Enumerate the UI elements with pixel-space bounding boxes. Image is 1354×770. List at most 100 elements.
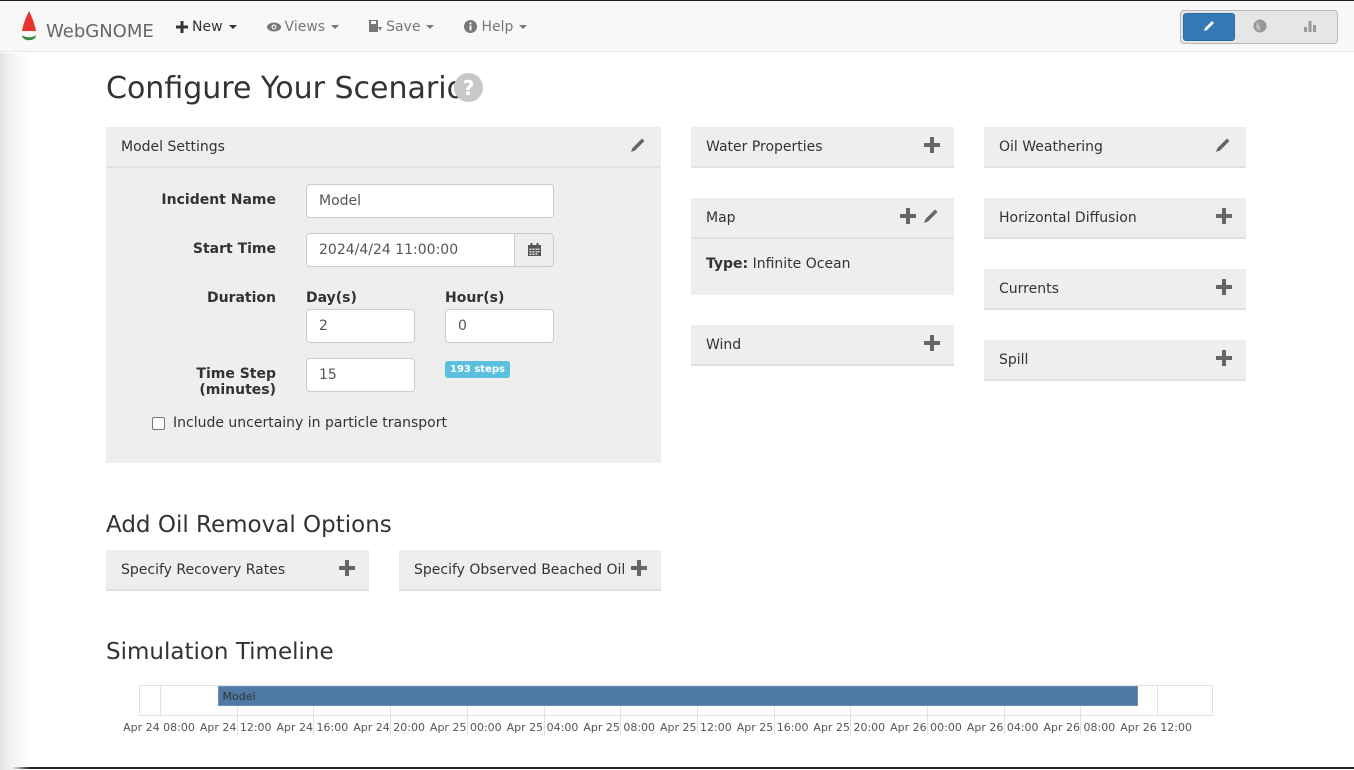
pencil-icon <box>629 136 647 158</box>
beached-oil-panel: Specify Observed Beached Oil <box>399 550 661 591</box>
plus-icon <box>1216 207 1232 228</box>
timeline-tick-label: Apr 26 12:00 <box>1120 721 1192 734</box>
map-body: Type: Infinite Ocean <box>691 239 954 272</box>
bar-chart-icon <box>1303 18 1317 37</box>
add-recovery-rates-button[interactable] <box>339 559 355 580</box>
timeline-tick-label: Apr 24 08:00 <box>123 721 195 734</box>
currents-title: Currents <box>999 280 1059 297</box>
menu-views[interactable]: Views <box>266 18 340 35</box>
edit-map-button[interactable] <box>922 207 940 229</box>
question-circle-icon[interactable]: ? <box>454 73 483 102</box>
wind-header: Wind <box>691 325 954 366</box>
days-label: Day(s) <box>306 290 357 306</box>
uncertainty-option[interactable]: Include uncertainy in particle transport <box>152 415 447 431</box>
map-view-button[interactable] <box>1235 13 1285 41</box>
menu-save[interactable]: Save <box>369 18 435 35</box>
menu-views-label: Views <box>284 18 326 35</box>
pencil-icon <box>922 207 940 229</box>
map-title: Map <box>706 209 736 226</box>
plus-icon <box>900 207 916 228</box>
start-time-input[interactable]: 2024/4/24 11:00:00 <box>306 233 515 267</box>
incident-name-label: Incident Name <box>161 192 276 208</box>
incident-name-input[interactable]: Model <box>306 184 554 218</box>
pencil-icon <box>1202 18 1216 37</box>
timeline-model-bar[interactable]: Model <box>217 686 1138 706</box>
spill-panel: Spill <box>984 340 1246 381</box>
recovery-rates-panel: Specify Recovery Rates <box>106 550 369 591</box>
plus-icon <box>924 136 940 157</box>
map-type-value: Infinite Ocean <box>752 256 851 272</box>
plus-icon <box>176 20 188 33</box>
caret-down-icon <box>426 24 435 29</box>
timeline-tick-label: Apr 25 16:00 <box>736 721 809 734</box>
menu-new[interactable]: New <box>176 19 237 35</box>
timeline-tick-label: Apr 24 20:00 <box>353 721 425 734</box>
menu-help[interactable]: Help <box>464 18 528 35</box>
horizontal-diffusion-header: Horizontal Diffusion <box>984 198 1246 239</box>
oil-weathering-header: Oil Weathering <box>984 127 1246 168</box>
time-step-input[interactable]: 15 <box>306 358 415 392</box>
plus-icon <box>631 559 647 580</box>
add-currents-button[interactable] <box>1216 278 1232 299</box>
fate-view-button[interactable] <box>1285 13 1335 41</box>
recovery-rates-header: Specify Recovery Rates <box>106 550 369 591</box>
wind-panel: Wind <box>691 325 954 366</box>
beached-oil-header: Specify Observed Beached Oil <box>399 550 661 591</box>
pencil-icon <box>1214 136 1232 158</box>
edit-model-settings-button[interactable] <box>629 136 647 158</box>
simulation-timeline[interactable]: Model <box>139 685 1213 735</box>
menu-save-label: Save <box>386 18 421 35</box>
left-page-shadow <box>0 53 30 770</box>
add-beached-oil-button[interactable] <box>631 559 647 580</box>
add-map-button[interactable] <box>900 207 916 228</box>
water-properties-header: Water Properties <box>691 127 954 168</box>
duration-label: Duration <box>206 290 276 306</box>
view-toggle-group <box>1180 10 1338 44</box>
spill-title: Spill <box>999 351 1029 368</box>
add-spill-button[interactable] <box>1216 349 1232 370</box>
water-properties-panel: Water Properties <box>691 127 954 168</box>
add-water-properties-button[interactable] <box>924 136 940 157</box>
plus-icon <box>1216 349 1232 370</box>
timeline-tick-label: Apr 24 12:00 <box>199 721 272 734</box>
water-properties-title: Water Properties <box>706 138 823 155</box>
start-time-label: Start Time <box>192 241 276 257</box>
brand-name: WebGNOME <box>46 20 154 42</box>
time-step-label: Time Step (minutes) <box>196 366 276 398</box>
calendar-button[interactable] <box>514 233 554 267</box>
setup-view-button[interactable] <box>1183 13 1235 41</box>
menu-new-label: New <box>192 18 223 35</box>
plus-icon <box>1216 278 1232 299</box>
timeline-title: Simulation Timeline <box>106 639 334 665</box>
globe-icon <box>1253 18 1267 37</box>
uncertainty-checkbox[interactable] <box>152 416 165 430</box>
duration-hours-input[interactable]: 0 <box>445 309 554 343</box>
edit-oil-weathering-button[interactable] <box>1214 136 1232 158</box>
timeline-tick-label: Apr 25 12:00 <box>660 721 732 734</box>
oil-weathering-panel: Oil Weathering <box>984 127 1246 168</box>
page-title: Configure Your Scenario <box>106 71 465 106</box>
timeline-tick-label: Apr 25 20:00 <box>813 721 886 734</box>
info-circle-icon <box>464 20 478 33</box>
caret-down-icon <box>519 24 528 29</box>
hours-label: Hour(s) <box>445 290 505 306</box>
oil-removal-title: Add Oil Removal Options <box>106 512 392 538</box>
main-menu: New Views Save Help <box>176 1 557 52</box>
save-icon <box>369 20 383 33</box>
gnome-logo-icon <box>20 11 38 45</box>
beached-oil-title: Specify Observed Beached Oil <box>414 561 626 578</box>
brand[interactable]: WebGNOME <box>20 11 154 45</box>
add-horizontal-diffusion-button[interactable] <box>1216 207 1232 228</box>
plus-icon <box>339 559 355 580</box>
currents-panel: Currents <box>984 269 1246 310</box>
recovery-rates-title: Specify Recovery Rates <box>121 561 286 578</box>
steps-badge: 193 steps <box>445 361 510 378</box>
add-wind-button[interactable] <box>924 334 940 355</box>
wind-title: Wind <box>706 336 742 353</box>
top-navbar: WebGNOME New Views Save Help <box>0 1 1354 52</box>
duration-days-input[interactable]: 2 <box>306 309 415 343</box>
menu-help-label: Help <box>481 18 514 35</box>
uncertainty-label: Include uncertainy in particle transport <box>173 415 447 431</box>
eye-icon <box>266 22 281 32</box>
map-panel: Map Type: Infinite Ocean <box>691 198 954 295</box>
